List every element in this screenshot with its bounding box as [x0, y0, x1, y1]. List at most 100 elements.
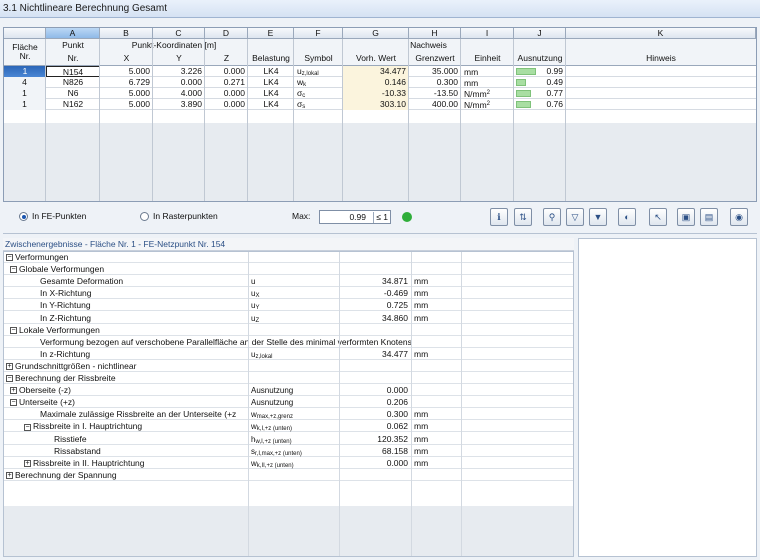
tree-row[interactable]: + Berechnung der Spannung: [4, 470, 573, 481]
tree-row[interactable]: − Berechnung der Rissbreite: [4, 373, 573, 384]
column-letter-header[interactable]: B: [100, 28, 153, 39]
tree-row[interactable]: In Z-Richtung uZ 34.860 mm: [4, 313, 573, 324]
row-flaeche-nr[interactable]: 4: [4, 77, 46, 88]
cell-hinweis[interactable]: [566, 66, 756, 77]
collapse-icon[interactable]: −: [10, 326, 17, 334]
cell-z[interactable]: 0.000: [205, 66, 248, 77]
tree-row[interactable]: Maximale zulässige Rissbreite an der Unt…: [4, 409, 573, 421]
view-button[interactable]: ▣: [677, 208, 695, 226]
cell-vorh-wert[interactable]: 303.10: [343, 99, 409, 110]
cell-belastung[interactable]: LK4: [248, 66, 294, 77]
select-button[interactable]: ↖: [649, 208, 667, 226]
cell-symbol[interactable]: σs: [294, 99, 343, 110]
tree-row[interactable]: Risstiefe hw,I,+z (unten) 120.352 mm: [4, 434, 573, 445]
funnel-button[interactable]: ▽: [566, 208, 584, 226]
cell-belastung[interactable]: LK4: [248, 88, 294, 99]
cell-symbol[interactable]: σc: [294, 88, 343, 99]
excel-button[interactable]: ▤: [700, 208, 718, 226]
radio-fe-points-label[interactable]: In FE-Punkten: [32, 211, 86, 222]
column-letter-header[interactable]: H: [409, 28, 461, 39]
filter-value-button[interactable]: ▼: [589, 208, 607, 226]
radio-fe-points[interactable]: [19, 212, 28, 221]
expand-icon[interactable]: +: [6, 472, 13, 480]
cell-grenzwert[interactable]: 35.000: [409, 66, 461, 77]
cell-einheit[interactable]: N/mm2: [461, 88, 514, 99]
column-letter-header[interactable]: I: [461, 28, 514, 39]
cell-vorh-wert[interactable]: 34.477: [343, 66, 409, 77]
tree-row[interactable]: + Oberseite (-z) Ausnutzung 0.000: [4, 385, 573, 397]
tree-row[interactable]: Gesamte Deformation u 34.871 mm: [4, 276, 573, 288]
cell-ausnutzung[interactable]: 0.49: [514, 77, 566, 88]
cell-ausnutzung[interactable]: 0.99: [514, 66, 566, 77]
cell-punkt[interactable]: N6: [46, 88, 100, 99]
splitter[interactable]: [3, 233, 757, 234]
cell-punkt[interactable]: N154: [46, 66, 100, 77]
column-letter-header[interactable]: J: [514, 28, 566, 39]
cell-ausnutzung[interactable]: 0.77: [514, 88, 566, 99]
collapse-icon[interactable]: −: [6, 254, 13, 262]
cell-hinweis[interactable]: [566, 88, 756, 99]
collapse-icon[interactable]: −: [10, 399, 17, 407]
row-flaeche-nr[interactable]: 1: [4, 88, 46, 99]
cell-y[interactable]: 3.226: [153, 66, 205, 77]
radio-raster-points-label[interactable]: In Rasterpunkten: [153, 211, 218, 222]
cell-x[interactable]: 5.000: [100, 66, 153, 77]
column-letter-header[interactable]: K: [566, 28, 756, 39]
cell-einheit[interactable]: mm: [461, 66, 514, 77]
cell-vorh-wert[interactable]: 0.146: [343, 77, 409, 88]
filter-button[interactable]: ⚲: [543, 208, 561, 226]
table-row[interactable]: 1 N162 5.000 3.890 0.000 LK4 σs 303.10 400.00 N/m…: [4, 99, 756, 110]
cell-grenzwert[interactable]: -13.50: [409, 88, 461, 99]
tree-row[interactable]: − Verformungen: [4, 252, 573, 263]
cell-y[interactable]: 3.890: [153, 99, 205, 110]
tree-row[interactable]: In z-Richtung uz,lokal 34.477 mm: [4, 349, 573, 360]
column-letter-header[interactable]: G: [343, 28, 409, 39]
cell-punkt[interactable]: N162: [46, 99, 100, 110]
column-letter-header[interactable]: E: [248, 28, 294, 39]
cell-grenzwert[interactable]: 400.00: [409, 99, 461, 110]
collapse-icon[interactable]: −: [10, 266, 17, 274]
expand-icon[interactable]: +: [6, 363, 13, 371]
eye-button[interactable]: ◉: [730, 208, 748, 226]
cell-hinweis[interactable]: [566, 99, 756, 110]
row-flaeche-nr[interactable]: 1: [4, 66, 46, 77]
cell-belastung[interactable]: LK4: [248, 99, 294, 110]
cell-grenzwert[interactable]: 0.300: [409, 77, 461, 88]
cell-einheit[interactable]: N/mm2: [461, 99, 514, 110]
collapse-icon[interactable]: −: [6, 375, 13, 383]
column-letter-header[interactable]: A: [46, 28, 100, 39]
table-row[interactable]: 1 N6 5.000 4.000 0.000 LK4 σc -10.33 -13.50 N/mm2…: [4, 88, 756, 99]
tree-row[interactable]: Rissabstand sr,I,max,+z (unten) 68.158 mm: [4, 446, 573, 457]
cell-z[interactable]: 0.000: [205, 88, 248, 99]
cell-einheit[interactable]: mm: [461, 77, 514, 88]
row-flaeche-nr[interactable]: 1: [4, 99, 46, 110]
cell-y[interactable]: 4.000: [153, 88, 205, 99]
tree-row[interactable]: + Rissbreite in II. Hauptrichtung wk,II,+z…: [4, 458, 573, 469]
tree-row[interactable]: + Grundschnittgrößen - nichtlinear: [4, 361, 573, 372]
expand-icon[interactable]: +: [10, 387, 17, 395]
tree-row[interactable]: − Lokale Verformungen: [4, 325, 573, 336]
tree-row[interactable]: Verformung bezogen auf verschobene Paral…: [4, 337, 573, 348]
cell-punkt[interactable]: N826: [46, 77, 100, 88]
table-row[interactable]: 4 N826 6.729 0.000 0.271 LK4 wk 0.146 0.300 mm 0.4…: [4, 77, 756, 88]
cell-z[interactable]: 0.271: [205, 77, 248, 88]
color-button[interactable]: ◐: [618, 208, 636, 226]
collapse-icon[interactable]: −: [24, 423, 31, 431]
cell-z[interactable]: 0.000: [205, 99, 248, 110]
column-letter-header[interactable]: C: [153, 28, 205, 39]
expand-icon[interactable]: +: [24, 459, 31, 467]
sort-button[interactable]: ⇅: [514, 208, 532, 226]
tree-row[interactable]: − Globale Verformungen: [4, 264, 573, 276]
cell-x[interactable]: 5.000: [100, 88, 153, 99]
cell-x[interactable]: 6.729: [100, 77, 153, 88]
cell-ausnutzung[interactable]: 0.76: [514, 99, 566, 110]
cell-y[interactable]: 0.000: [153, 77, 205, 88]
cell-symbol[interactable]: wk: [294, 77, 343, 88]
tree-row[interactable]: In X-Richtung uX -0.469 mm: [4, 288, 573, 300]
cell-symbol[interactable]: uz,lokal: [294, 66, 343, 77]
cell-hinweis[interactable]: [566, 77, 756, 88]
tree-row[interactable]: In Y-Richtung uY 0.725 mm: [4, 300, 573, 312]
tree-row[interactable]: − Rissbreite in I. Hauptrichtung wk,I,+z (…: [4, 421, 573, 433]
info-button[interactable]: ℹ: [490, 208, 508, 226]
cell-belastung[interactable]: LK4: [248, 77, 294, 88]
